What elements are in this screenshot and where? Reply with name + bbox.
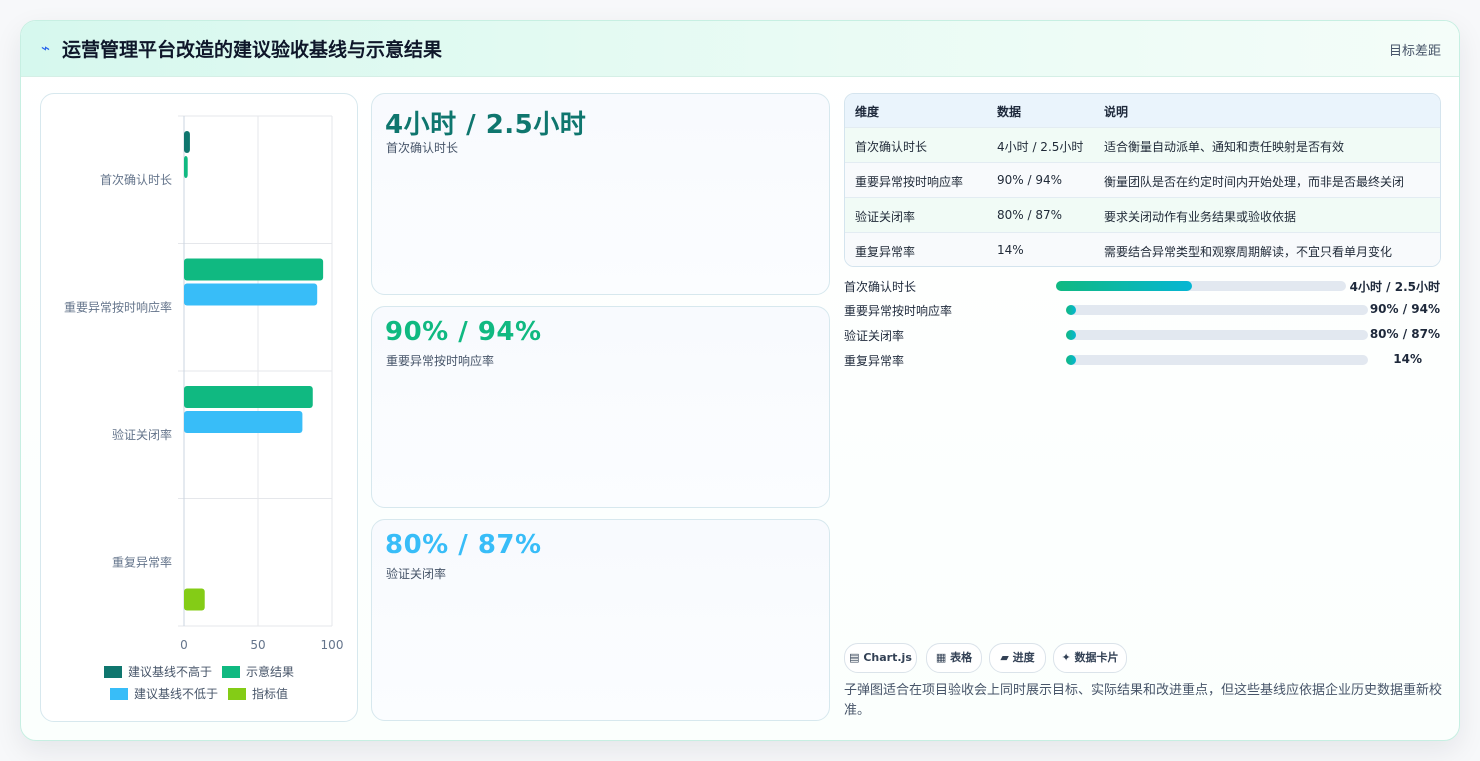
dashboard-panel: ⌁ 运营管理平台改造的建议验收基线与示意结果 目标差距 首次确认时长重要异常按时… bbox=[20, 20, 1460, 741]
table-header-cell: 说明 bbox=[1104, 105, 1129, 119]
bar bbox=[184, 156, 188, 178]
y-tick-label: 验证关闭率 bbox=[112, 427, 172, 442]
x-tick-label: 0 bbox=[180, 638, 188, 652]
kpi-value: 4小时 / 2.5小时 bbox=[385, 110, 587, 140]
chart-icon: ▤ bbox=[849, 651, 860, 664]
chip-label: Chart.js bbox=[863, 651, 912, 664]
progress-fill bbox=[1066, 355, 1076, 365]
kpi-card-first-confirm: 4小时 / 2.5小时 首次确认时长 bbox=[371, 93, 830, 295]
kpi-value: 80% / 87% bbox=[385, 530, 542, 560]
bar bbox=[184, 258, 324, 281]
progress-track bbox=[1066, 355, 1368, 365]
footnote: 子弹图适合在项目验收会上同时展示目标、实际结果和改进重点，但这些基线应依据企业历… bbox=[844, 683, 1443, 718]
progress-row: 重要异常按时响应率 90% / 94% bbox=[844, 300, 1440, 320]
legend-swatch bbox=[104, 666, 122, 678]
sparkle-icon: ⌁ bbox=[41, 39, 51, 57]
metrics-table: 维度 数据 说明 首次确认时长 4小时 / 2.5小时 适合衡量自动派单、通知和… bbox=[844, 93, 1441, 267]
bar bbox=[184, 386, 313, 408]
table-cell: 首次确认时长 bbox=[855, 140, 928, 154]
legend-label: 指标值 bbox=[252, 686, 288, 701]
x-tick-label: 100 bbox=[321, 638, 344, 652]
kpi-label: 首次确认时长 bbox=[386, 141, 459, 155]
legend-swatch bbox=[222, 666, 240, 678]
progress-label: 重要异常按时响应率 bbox=[844, 304, 953, 318]
chip-label: 数据卡片 bbox=[1074, 651, 1119, 664]
progress-track bbox=[1066, 330, 1368, 340]
progress-fill bbox=[1066, 305, 1076, 315]
kpi-card-response-rate: 90% / 94% 重要异常按时响应率 bbox=[371, 306, 830, 508]
progress-fill bbox=[1066, 330, 1076, 340]
progress-label: 首次确认时长 bbox=[844, 280, 917, 294]
progress-label: 重复异常率 bbox=[844, 354, 905, 368]
panel-header: ⌁ 运营管理平台改造的建议验收基线与示意结果 目标差距 bbox=[21, 21, 1459, 77]
y-tick-label: 重要异常按时响应率 bbox=[64, 299, 172, 314]
progress-row: 验证关闭率 80% / 87% bbox=[844, 325, 1440, 345]
kpi-label: 验证关闭率 bbox=[386, 567, 447, 581]
table-row: 重要异常按时响应率 90% / 94% 衡量团队是否在约定时间内开始处理，而非是… bbox=[845, 162, 1440, 198]
y-tick-label: 重复异常率 bbox=[112, 554, 172, 569]
table-cell: 要求关闭动作有业务结果或验收依据 bbox=[1104, 210, 1297, 224]
progress-label: 验证关闭率 bbox=[844, 329, 905, 343]
progress-track bbox=[1056, 281, 1346, 291]
progress-value: 90% / 94% bbox=[1369, 302, 1440, 316]
table-cell: 重要异常按时响应率 bbox=[855, 175, 964, 189]
legend-swatch bbox=[228, 688, 246, 700]
table-cell: 90% / 94% bbox=[997, 173, 1063, 187]
progress-fill bbox=[1056, 281, 1193, 291]
chip-data-card[interactable]: ✦ 数据卡片 bbox=[1053, 643, 1127, 673]
table-icon: ▦ bbox=[935, 651, 947, 664]
chip-progress[interactable]: ▰ 进度 bbox=[989, 643, 1046, 673]
kpi-card-close-rate: 80% / 87% 验证关闭率 bbox=[371, 519, 830, 721]
x-tick-label: 50 bbox=[250, 638, 265, 652]
legend-swatch bbox=[110, 688, 128, 700]
bar bbox=[184, 588, 205, 611]
target-gap-link[interactable]: 目标差距 bbox=[1389, 40, 1441, 59]
table-row: 首次确认时长 4小时 / 2.5小时 适合衡量自动派单、通知和责任映射是否有效 bbox=[845, 127, 1440, 163]
table-cell: 验证关闭率 bbox=[855, 210, 916, 224]
table-cell: 适合衡量自动派单、通知和责任映射是否有效 bbox=[1104, 140, 1345, 154]
table-cell: 14% bbox=[997, 243, 1024, 257]
chip-label: 表格 bbox=[950, 651, 973, 664]
page-title: 运营管理平台改造的建议验收基线与示意结果 bbox=[62, 39, 443, 61]
y-tick-label: 首次确认时长 bbox=[100, 173, 172, 187]
legend-label: 建议基线不低于 bbox=[134, 687, 218, 701]
table-row: 重复异常率 14% 需要结合异常类型和观察周期解读，不宜只看单月变化 bbox=[845, 232, 1440, 266]
progress-icon: ▰ bbox=[1000, 651, 1009, 664]
progress-value: 4小时 / 2.5小时 bbox=[1349, 280, 1440, 294]
progress-row: 重复异常率 14% bbox=[844, 350, 1440, 370]
table-cell: 重复异常率 bbox=[855, 245, 916, 259]
table-header-row: 维度 数据 说明 bbox=[845, 94, 1440, 127]
kpi-label: 重要异常按时响应率 bbox=[386, 354, 495, 368]
legend-label: 建议基线不高于 bbox=[128, 664, 212, 679]
progress-value: 80% / 87% bbox=[1369, 327, 1440, 341]
legend-label: 示意结果 bbox=[246, 664, 294, 679]
table-cell: 80% / 87% bbox=[997, 208, 1063, 222]
kpi-value: 90% / 94% bbox=[385, 317, 542, 347]
table-row: 验证关闭率 80% / 87% 要求关闭动作有业务结果或验收依据 bbox=[845, 197, 1440, 233]
progress-row: 首次确认时长 4小时 / 2.5小时 bbox=[844, 276, 1440, 296]
bullet-chart-card: 首次确认时长重要异常按时响应率验证关闭率重复异常率 0 50 100 建议基线不高于 示意… bbox=[40, 93, 358, 722]
progress-track bbox=[1066, 305, 1368, 315]
table-header-cell: 维度 bbox=[855, 105, 880, 119]
chip-label: 进度 bbox=[1012, 651, 1035, 664]
bar bbox=[184, 131, 190, 153]
table-cell: 衡量团队是否在约定时间内开始处理，而非是否最终关闭 bbox=[1104, 175, 1405, 189]
bar bbox=[184, 411, 303, 433]
bar bbox=[184, 283, 318, 306]
chip-table[interactable]: ▦ 表格 bbox=[926, 643, 982, 673]
table-header-cell: 数据 bbox=[997, 105, 1022, 119]
sparkle-icon: ✦ bbox=[1061, 651, 1071, 664]
table-cell: 需要结合异常类型和观察周期解读，不宜只看单月变化 bbox=[1104, 245, 1393, 259]
table-cell: 4小时 / 2.5小时 bbox=[997, 140, 1084, 154]
progress-value: 14% bbox=[1393, 352, 1422, 366]
bullet-chart: 首次确认时长重要异常按时响应率验证关闭率重复异常率 0 50 100 建议基线不高于 示意… bbox=[64, 115, 344, 701]
chip-chartjs[interactable]: ▤ Chart.js bbox=[844, 643, 917, 673]
